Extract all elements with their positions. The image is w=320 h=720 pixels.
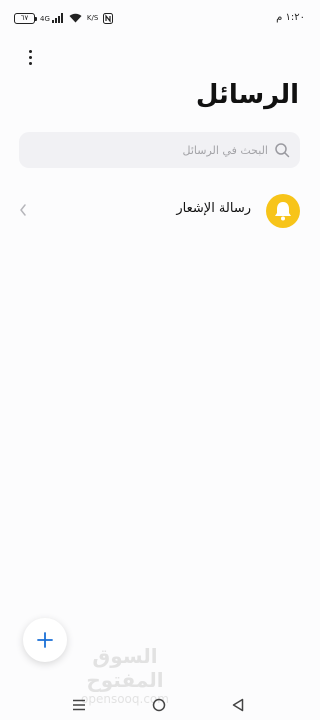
bell-icon	[275, 202, 291, 221]
battery-icon: ٦٧	[14, 12, 37, 24]
search-bar[interactable]	[19, 132, 300, 168]
more-vertical-icon-dot	[28, 49, 32, 53]
back-icon	[232, 698, 244, 712]
status-bar: ٦٧ 4G K/S ١:٢٠ م	[0, 0, 319, 34]
plus-icon	[37, 632, 53, 648]
status-icons: ٦٧ 4G K/S	[14, 11, 114, 25]
signal-icon: 4G	[40, 13, 64, 23]
search-icon	[275, 143, 290, 158]
nfc-icon	[103, 12, 114, 24]
status-time: ١:٢٠ م	[276, 12, 305, 23]
page-title: الرسائل	[195, 80, 299, 110]
nav-home-button[interactable]	[147, 694, 171, 716]
more-vertical-icon-dot	[28, 55, 32, 59]
more-vertical-icon-dot	[28, 61, 32, 65]
network-type: 4G	[40, 15, 50, 23]
new-message-button[interactable]	[23, 618, 67, 662]
search-input[interactable]	[38, 132, 268, 168]
wifi-icon	[69, 13, 82, 23]
more-options-button[interactable]	[20, 46, 40, 68]
chevron-left-icon	[20, 204, 26, 216]
nav-recents-button[interactable]	[67, 694, 91, 716]
conversation-title: رسالة الإشعار	[176, 201, 251, 216]
home-icon	[152, 698, 166, 712]
menu-icon	[73, 699, 85, 711]
watermark-logo: السوق المفتوح opensooq.com	[70, 644, 180, 706]
conversation-item[interactable]: رسالة الإشعار	[0, 190, 319, 230]
network-speed: K/S	[86, 13, 99, 22]
avatar	[266, 194, 300, 228]
nav-back-button[interactable]	[226, 694, 250, 716]
navigation-bar	[0, 690, 319, 720]
battery-level: ٦٧	[20, 13, 29, 22]
watermark-arabic: السوق المفتوح	[86, 644, 164, 692]
